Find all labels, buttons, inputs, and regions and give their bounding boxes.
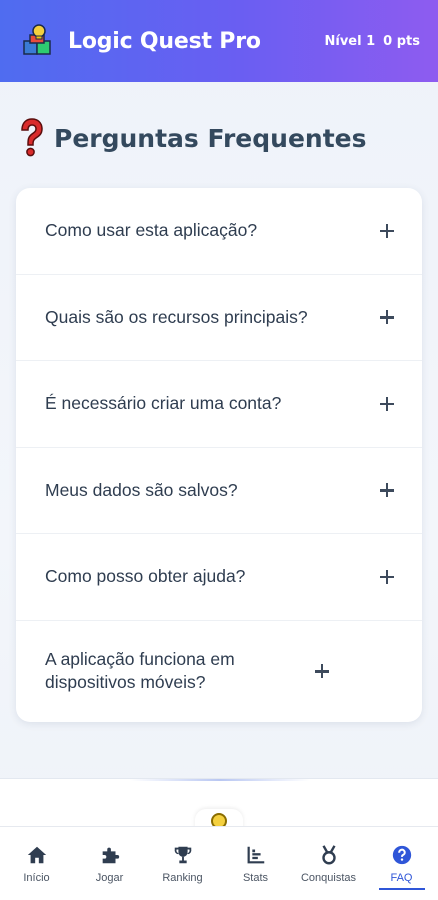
nav-item-stats[interactable]: Stats	[219, 827, 292, 900]
faq-item[interactable]: É necessário criar uma conta?	[16, 361, 422, 448]
nav-label: FAQ	[390, 872, 413, 884]
puzzle-icon	[102, 847, 119, 864]
plus-icon[interactable]	[380, 569, 394, 584]
nav-label: Stats	[242, 872, 269, 884]
nav-item-achievements[interactable]: Conquistas	[292, 827, 365, 900]
question-circle-icon	[392, 845, 411, 865]
puzzle-trophy-logo-icon	[22, 24, 56, 58]
nav-label: Ranking	[162, 872, 203, 884]
medal-icon	[321, 845, 336, 865]
faq-question: Como posso obter ajuda?	[45, 566, 246, 587]
faq-question: É necessário criar uma conta?	[45, 393, 282, 414]
faq-question: Como usar esta aplicação?	[45, 220, 258, 241]
faq-question: Quais são os recursos principais?	[45, 306, 308, 327]
nav-item-ranking[interactable]: Ranking	[146, 827, 219, 900]
home-icon	[27, 846, 46, 864]
bottom-nav: Início Jogar Ranking Stats Conquistas FA…	[0, 826, 438, 900]
plus-icon[interactable]	[380, 396, 394, 411]
bar-chart-icon	[247, 846, 264, 864]
plus-icon[interactable]	[315, 664, 329, 678]
faq-question: Meus dados são salvos?	[45, 479, 238, 500]
plus-icon[interactable]	[380, 483, 394, 498]
trophy-icon	[174, 846, 191, 864]
nav-item-play[interactable]: Jogar	[73, 827, 146, 900]
nav-label: Jogar	[95, 872, 124, 884]
faq-item[interactable]: Meus dados são salvos?	[16, 448, 422, 534]
faq-question: A aplicação funciona em dispositivos móv…	[45, 649, 235, 692]
faq-item[interactable]: A aplicação funciona em dispositivos móv…	[16, 621, 422, 722]
nav-item-faq[interactable]: FAQ	[365, 827, 438, 900]
page-title-row: Perguntas Frequentes	[18, 118, 367, 158]
nav-label: Conquistas	[300, 872, 357, 884]
app-header: Logic Quest Pro Nível 1 0 pts	[0, 0, 438, 82]
faq-item[interactable]: Quais são os recursos principais?	[16, 275, 422, 361]
page-title: Perguntas Frequentes	[54, 123, 367, 153]
plus-icon[interactable]	[380, 223, 394, 238]
nav-item-home[interactable]: Início	[0, 827, 73, 900]
question-mark-icon	[18, 118, 44, 158]
faq-list: Como usar esta aplicação? Quais são os r…	[16, 188, 422, 722]
level-indicator: Nível 1	[324, 33, 376, 49]
nav-label: Início	[23, 872, 50, 884]
plus-icon[interactable]	[380, 310, 394, 325]
app-title: Logic Quest Pro	[68, 28, 261, 54]
faq-item[interactable]: Como usar esta aplicação?	[16, 188, 422, 275]
points-indicator: 0 pts	[383, 33, 420, 49]
faq-item[interactable]: Como posso obter ajuda?	[16, 534, 422, 621]
